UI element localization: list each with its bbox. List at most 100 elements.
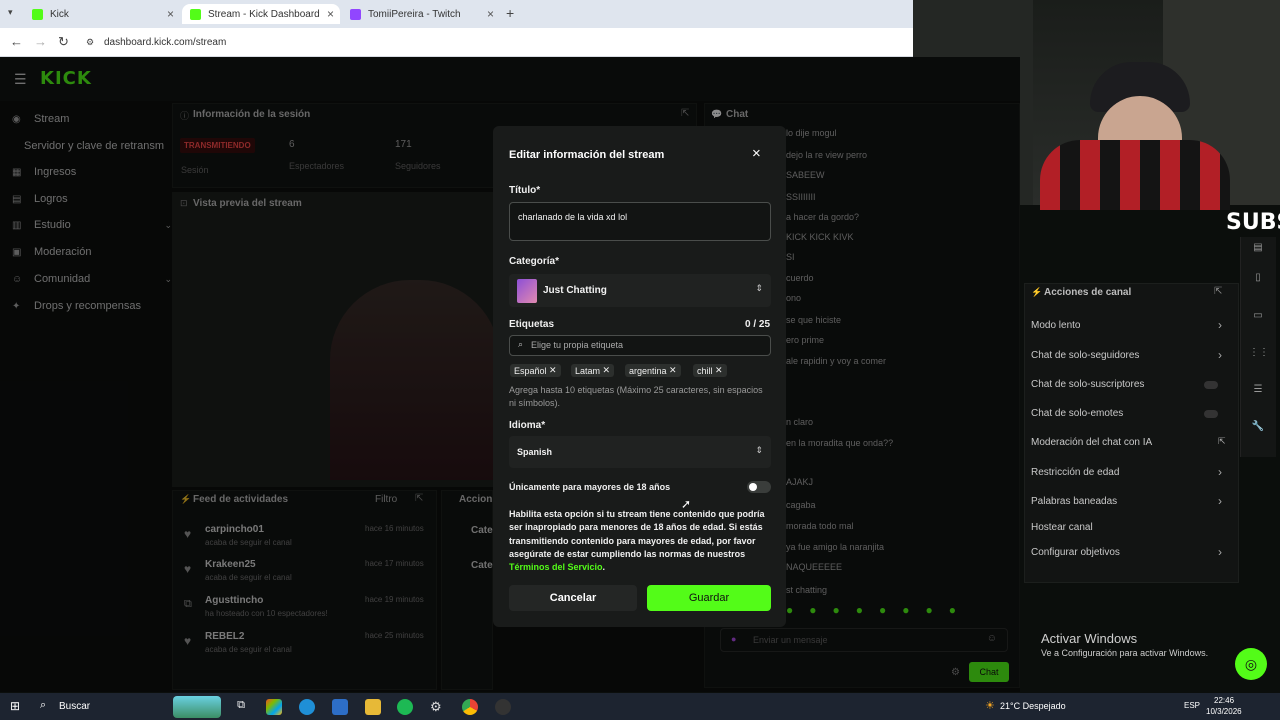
forward-icon[interactable]: → xyxy=(34,34,47,49)
windows-start-icon[interactable]: ⊞ xyxy=(10,699,20,713)
category-thumbnail xyxy=(517,279,537,303)
tag-chip-argentina[interactable]: argentina ✕ xyxy=(625,364,681,377)
file-explorer-icon[interactable] xyxy=(365,699,381,715)
terms-period: . xyxy=(602,562,606,573)
audio-icon[interactable]: ⋮⋮ xyxy=(1249,347,1269,365)
chrome-icon[interactable] xyxy=(462,699,478,715)
webcam-shirt xyxy=(1040,140,1230,210)
tags-input-placeholder: Elige tu propia etiqueta xyxy=(531,340,624,350)
taskbar-search[interactable]: Buscar xyxy=(59,701,90,712)
tag-chip-chill[interactable]: chill ✕ xyxy=(693,364,727,377)
channel-action-item[interactable]: Hostear canal xyxy=(1031,522,1093,533)
select-arrows-icon: ⇕ xyxy=(755,445,763,455)
browser-tab-kick[interactable]: Kick × xyxy=(24,4,180,24)
select-arrows-icon: ⇕ xyxy=(755,283,763,293)
title-label: Título* xyxy=(509,185,541,196)
tab-label: Stream - Kick Dashboard xyxy=(208,8,320,20)
close-tab-icon[interactable]: × xyxy=(167,7,174,21)
support-chat-icon[interactable]: ◎ xyxy=(1235,648,1267,680)
expand-icon[interactable]: ⇱ xyxy=(1214,286,1222,297)
chevron-right-icon[interactable]: › xyxy=(1218,318,1222,332)
obs-icon[interactable] xyxy=(495,699,511,715)
settings-icon[interactable]: ⚙ xyxy=(430,699,446,715)
tag-label: argentina xyxy=(629,365,667,376)
weather-text[interactable]: 21°C Despejado xyxy=(1000,701,1066,711)
save-button[interactable]: Guardar xyxy=(647,585,771,611)
channel-action-item[interactable]: Moderación del chat con IA xyxy=(1031,437,1152,448)
search-icon: ⌕ xyxy=(40,699,47,711)
panel-icon[interactable]: ▤ xyxy=(1249,242,1267,260)
reload-icon[interactable]: ↻ xyxy=(58,34,69,50)
tab-label: TomiiPereira - Twitch xyxy=(368,8,461,20)
wrench-icon[interactable]: 🔧 xyxy=(1249,421,1267,439)
close-tab-icon[interactable]: × xyxy=(327,7,334,21)
tags-input[interactable]: ⌕ Elige tu propia etiqueta xyxy=(509,335,771,356)
tags-help-text: Agrega hasta 10 etiquetas (Máximo 25 car… xyxy=(509,385,763,408)
browser-tab-dashboard[interactable]: Stream - Kick Dashboard × xyxy=(182,4,340,24)
new-tab-icon[interactable]: + xyxy=(506,5,514,21)
tag-label: Español xyxy=(514,365,547,376)
remove-tag-icon[interactable]: ✕ xyxy=(549,365,557,376)
channel-action-item[interactable]: Chat de solo-suscriptores xyxy=(1031,379,1144,390)
document-icon[interactable]: ▯ xyxy=(1249,272,1267,290)
category-value: Just Chatting xyxy=(543,285,607,296)
list-icon[interactable]: ☰ xyxy=(1249,384,1267,402)
tags-count: 0 / 25 xyxy=(745,319,771,330)
tab-list-icon[interactable]: ▾ xyxy=(8,7,13,18)
action-toggle[interactable] xyxy=(1204,381,1218,389)
adult-toggle[interactable] xyxy=(747,481,771,493)
chevron-right-icon[interactable]: › xyxy=(1218,494,1222,508)
adult-label: Únicamente para mayores de 18 años xyxy=(509,482,671,492)
external-link-icon[interactable]: ⇱ xyxy=(1218,436,1226,447)
clock-time[interactable]: 22:46 xyxy=(1214,696,1234,705)
remove-tag-icon[interactable]: ✕ xyxy=(715,365,723,376)
tag-chip-latam[interactable]: Latam ✕ xyxy=(571,364,615,377)
site-info-icon[interactable]: ⚙ xyxy=(86,37,94,48)
action-toggle[interactable] xyxy=(1204,410,1218,418)
title-input-value: charlanado de la vida xd lol xyxy=(518,212,628,222)
title-input[interactable]: charlanado de la vida xd lol xyxy=(509,202,771,241)
adult-help-body: Habilita esta opción si tu stream tiene … xyxy=(509,509,765,559)
cancel-button[interactable]: Cancelar xyxy=(509,585,637,611)
channel-action-item[interactable]: Restricción de edad xyxy=(1031,467,1119,478)
category-select[interactable]: Just Chatting ⇕ xyxy=(509,274,771,307)
channel-action-item[interactable]: Chat de solo-seguidores xyxy=(1031,350,1139,361)
channel-actions-title: Acciones de canal xyxy=(1044,287,1132,298)
language-select[interactable]: Spanish ⇕ xyxy=(509,436,771,468)
language-value: Spanish xyxy=(517,447,553,457)
twitch-favicon-icon xyxy=(350,8,361,20)
task-view-icon[interactable]: ⧉ xyxy=(233,699,249,715)
chat-icon[interactable]: ▭ xyxy=(1249,310,1267,328)
chevron-right-icon[interactable]: › xyxy=(1218,545,1222,559)
channel-action-item[interactable]: Modo lento xyxy=(1031,320,1080,331)
close-icon[interactable]: × xyxy=(752,145,761,162)
store-icon[interactable] xyxy=(332,699,348,715)
close-tab-icon[interactable]: × xyxy=(487,7,494,21)
channel-action-item[interactable]: Palabras baneadas xyxy=(1031,496,1117,507)
chevron-right-icon[interactable]: › xyxy=(1218,348,1222,362)
category-label: Categoría* xyxy=(509,256,560,267)
chevron-right-icon[interactable]: › xyxy=(1218,465,1222,479)
widgets-thumbnail[interactable] xyxy=(173,696,221,718)
language-indicator[interactable]: ESP xyxy=(1184,701,1200,710)
windows-activation-subtitle: Ve a Configuración para activar Windows. xyxy=(1041,648,1209,658)
windows-activation-title: Activar Windows xyxy=(1041,631,1138,646)
language-label: Idioma* xyxy=(509,420,546,431)
channel-action-item[interactable]: Configurar objetivos xyxy=(1031,547,1120,558)
tag-chip-espanol[interactable]: Español ✕ xyxy=(510,364,561,377)
subs-overlay-text: SUBS xyxy=(1226,210,1280,235)
url-field[interactable]: dashboard.kick.com/stream xyxy=(104,37,226,48)
back-icon[interactable]: ← xyxy=(10,34,23,49)
clock-date[interactable]: 10/3/2026 xyxy=(1206,707,1242,716)
spotify-icon[interactable] xyxy=(397,699,413,715)
tab-label: Kick xyxy=(50,8,69,20)
browser-tab-twitch[interactable]: TomiiPereira - Twitch × xyxy=(342,4,500,24)
edge-icon[interactable] xyxy=(299,699,315,715)
terms-link[interactable]: Términos del Servicio xyxy=(509,562,603,572)
channel-action-item[interactable]: Chat de solo-emotes xyxy=(1031,408,1123,419)
copilot-icon[interactable] xyxy=(266,699,282,715)
remove-tag-icon[interactable]: ✕ xyxy=(603,365,611,376)
remove-tag-icon[interactable]: ✕ xyxy=(669,365,677,376)
tag-label: Latam xyxy=(575,365,601,376)
adult-help-text: Habilita esta opción si tu stream tiene … xyxy=(509,508,771,574)
